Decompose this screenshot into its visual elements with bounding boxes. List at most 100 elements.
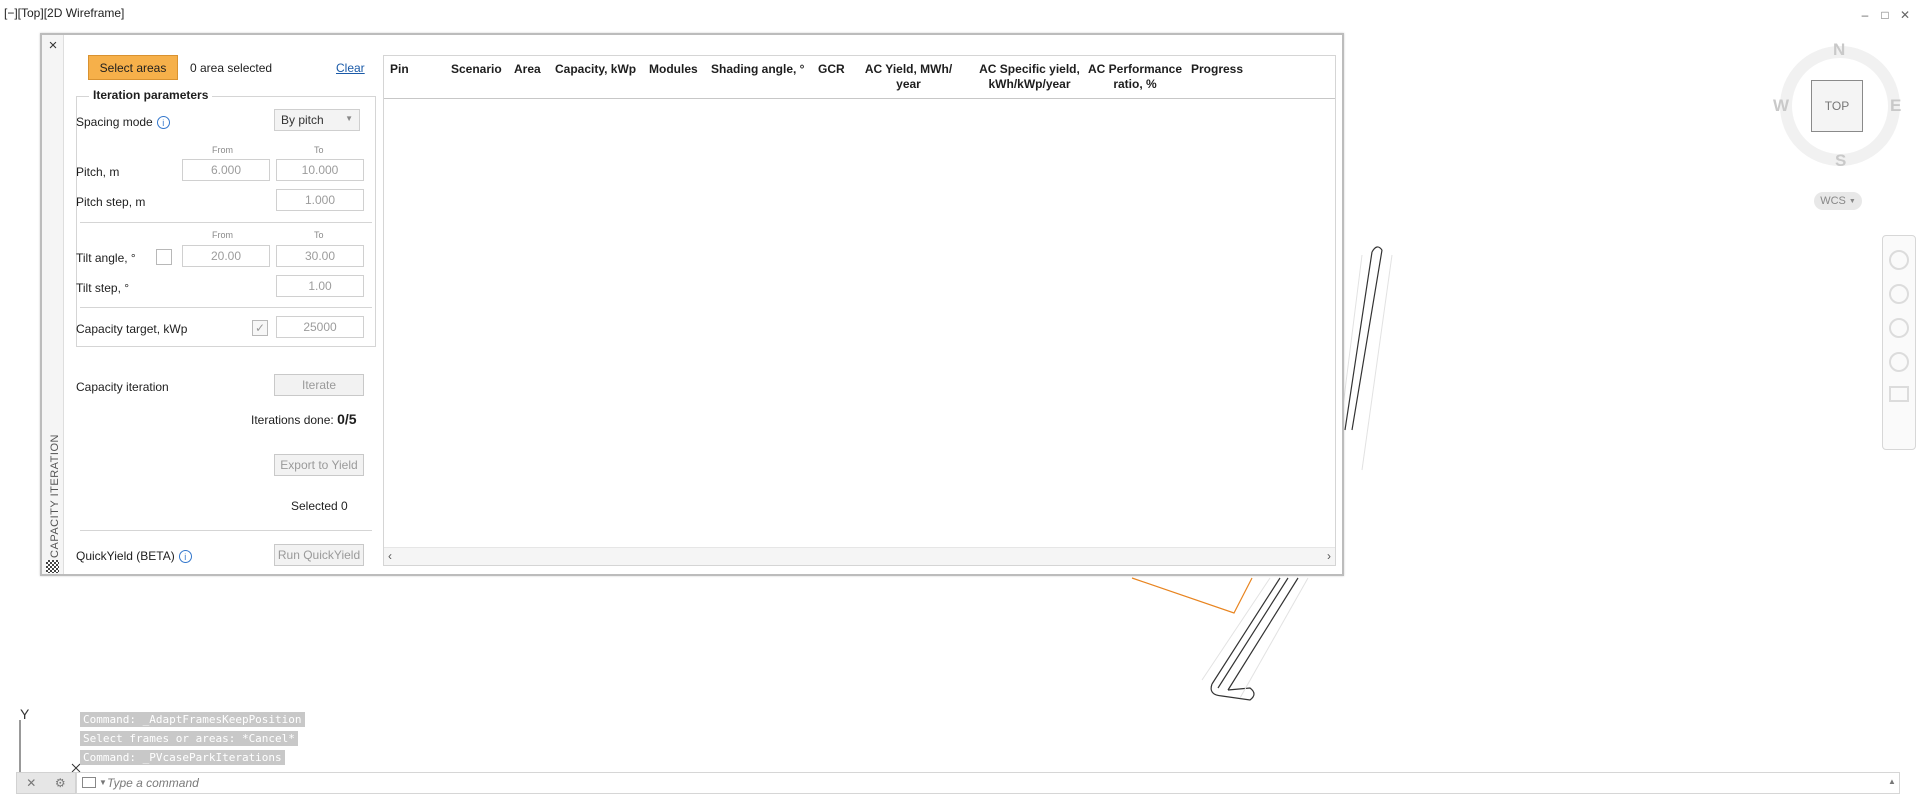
tilt-from-header: From [212,230,233,240]
palette-grip-icon[interactable] [46,560,59,573]
chevron-down-icon[interactable]: ▼ [99,778,107,787]
pitch-to-input[interactable]: 10.000 [276,159,364,181]
quickyield-text: QuickYield (BETA) [76,549,175,563]
spacing-mode-value: By pitch [281,113,324,127]
compass-east[interactable]: E [1890,96,1901,116]
selected-count: Selected 0 [291,499,348,513]
table-header: Pin Scenario Area Capacity, kWp Modules … [384,56,1335,99]
row-bottom-cap [1210,683,1255,701]
separator [80,222,372,223]
column-header-modules[interactable]: Modules [649,62,698,77]
palette-title: CAPACITY ITERATION [49,434,61,558]
model-viewport[interactable]: [−][Top][2D Wireframe] – □ ✕ N S E W TOP… [0,0,1920,797]
iterate-button[interactable]: Iterate [274,374,364,396]
column-header-capacity[interactable]: Capacity, kWp [555,62,636,77]
column-header-scenario[interactable]: Scenario [451,62,502,77]
minimize-icon[interactable]: – [1858,8,1872,22]
wcs-label: WCS [1820,195,1846,207]
row-offset-bottom [1201,577,1309,699]
horizontal-scrollbar[interactable]: ‹ › [384,547,1335,565]
capacity-target-checkbox[interactable]: ✓ [252,320,268,336]
restore-icon[interactable]: □ [1878,8,1892,22]
command-line[interactable]: Type a command [76,772,1900,794]
info-icon[interactable]: i [178,550,192,564]
column-header-area[interactable]: Area [514,62,541,77]
navigation-bar [1882,235,1916,450]
command-history: Command: _AdaptFramesKeepPosition Select… [80,712,305,769]
capacity-target-input[interactable]: 25000 [276,316,364,338]
tilt-to-input[interactable]: 30.00 [276,245,364,267]
column-header-pin[interactable]: Pin [390,62,409,77]
pitch-to-header: To [314,145,324,155]
column-header-ac-performance-ratio[interactable]: AC Performance ratio, % [1080,62,1190,92]
tilt-angle-label: Tilt angle, ° [76,251,136,265]
column-header-gcr[interactable]: GCR [818,62,845,77]
compass-north[interactable]: N [1833,40,1845,60]
tilt-from-input[interactable]: 20.00 [182,245,270,267]
steering-wheel-icon[interactable] [1889,250,1909,270]
scroll-right-icon[interactable]: › [1327,549,1331,563]
tilt-step-label: Tilt step, ° [76,281,130,295]
command-line-controls: ✕ ⚙ [16,772,76,794]
tilt-step-input[interactable]: 1.00 [276,275,364,297]
command-history-line: Command: _PVcaseParkIterations [80,750,285,765]
compass-west[interactable]: W [1773,96,1789,116]
iterations-done-label: Iterations done: [251,413,334,427]
row-outline-bottom [1211,577,1299,691]
tilt-angle-checkbox[interactable] [156,249,172,265]
parameters-panel: Select areas 0 area selected Clear Itera… [72,35,412,574]
command-input[interactable]: Type a command [107,776,199,790]
spacing-mode-select[interactable]: By pitch ▼ [274,109,360,131]
column-header-progress[interactable]: Progress [1191,62,1243,77]
customize-wrench-icon[interactable]: ⚙ [55,776,66,790]
row-outline-top-cap [1371,246,1383,253]
pitch-label: Pitch, m [76,165,120,179]
command-history-line: Select frames or areas: *Cancel* [80,731,298,746]
chevron-down-icon: ▼ [1848,197,1856,205]
spacing-mode-text: Spacing mode [76,115,153,129]
clear-link[interactable]: Clear [336,61,365,75]
close-icon[interactable]: ✕ [1898,8,1912,22]
spacing-mode-label: Spacing mode i [76,115,170,130]
zoom-icon[interactable] [1889,318,1909,338]
pan-icon[interactable] [1889,284,1909,304]
palette-title-strip[interactable]: × CAPACITY ITERATION [42,35,64,574]
wcs-menu[interactable]: WCS ▼ [1814,192,1862,210]
info-icon[interactable]: i [156,116,170,130]
pitch-from-input[interactable]: 6.000 [182,159,270,181]
capacity-target-label: Capacity target, kWp [76,322,188,336]
area-selected-text: 0 area selected [190,61,273,75]
select-areas-button[interactable]: Select areas [88,55,178,80]
iterations-done-value: 0/5 [337,411,357,427]
results-table: Pin Scenario Area Capacity, kWp Modules … [383,55,1336,566]
viewcube[interactable]: N S E W TOP [1770,36,1910,176]
showmotion-icon[interactable] [1889,386,1909,402]
quickyield-label: QuickYield (BETA) i [76,549,192,564]
command-prompt-icon[interactable] [82,777,96,788]
viewcube-top-face[interactable]: TOP [1811,80,1863,132]
palette-close-icon[interactable]: × [46,38,60,54]
tilt-to-header: To [314,230,324,240]
boundary-polyline [1131,577,1253,614]
row-outline-top [1344,249,1383,431]
scroll-left-icon[interactable]: ‹ [388,549,392,563]
export-to-yield-button[interactable]: Export to Yield [274,454,364,476]
compass-south[interactable]: S [1835,151,1846,171]
ucs-icon: Y [19,708,81,778]
pitch-step-input[interactable]: 1.000 [276,189,364,211]
column-header-ac-yield[interactable]: AC Yield, MWh/ year [856,62,961,92]
column-header-shading-angle[interactable]: Shading angle, ° [711,62,804,77]
pitch-from-header: From [212,145,233,155]
orbit-icon[interactable] [1889,352,1909,372]
capacity-iteration-label: Capacity iteration [76,380,169,394]
separator [80,530,372,531]
viewport-controls-label[interactable]: [−][Top][2D Wireframe] [4,6,124,20]
chevron-up-icon[interactable]: ▲ [1888,777,1896,786]
column-header-ac-specific-yield[interactable]: AC Specific yield, kWh/kWp/year [967,62,1092,92]
close-icon[interactable]: ✕ [26,776,36,790]
iteration-parameters-title: Iteration parameters [89,88,213,102]
ucs-y-label: Y [20,708,30,722]
pitch-step-label: Pitch step, m [76,195,146,209]
command-history-line: Command: _AdaptFramesKeepPosition [80,712,305,727]
run-quickyield-button[interactable]: Run QuickYield [274,544,364,566]
